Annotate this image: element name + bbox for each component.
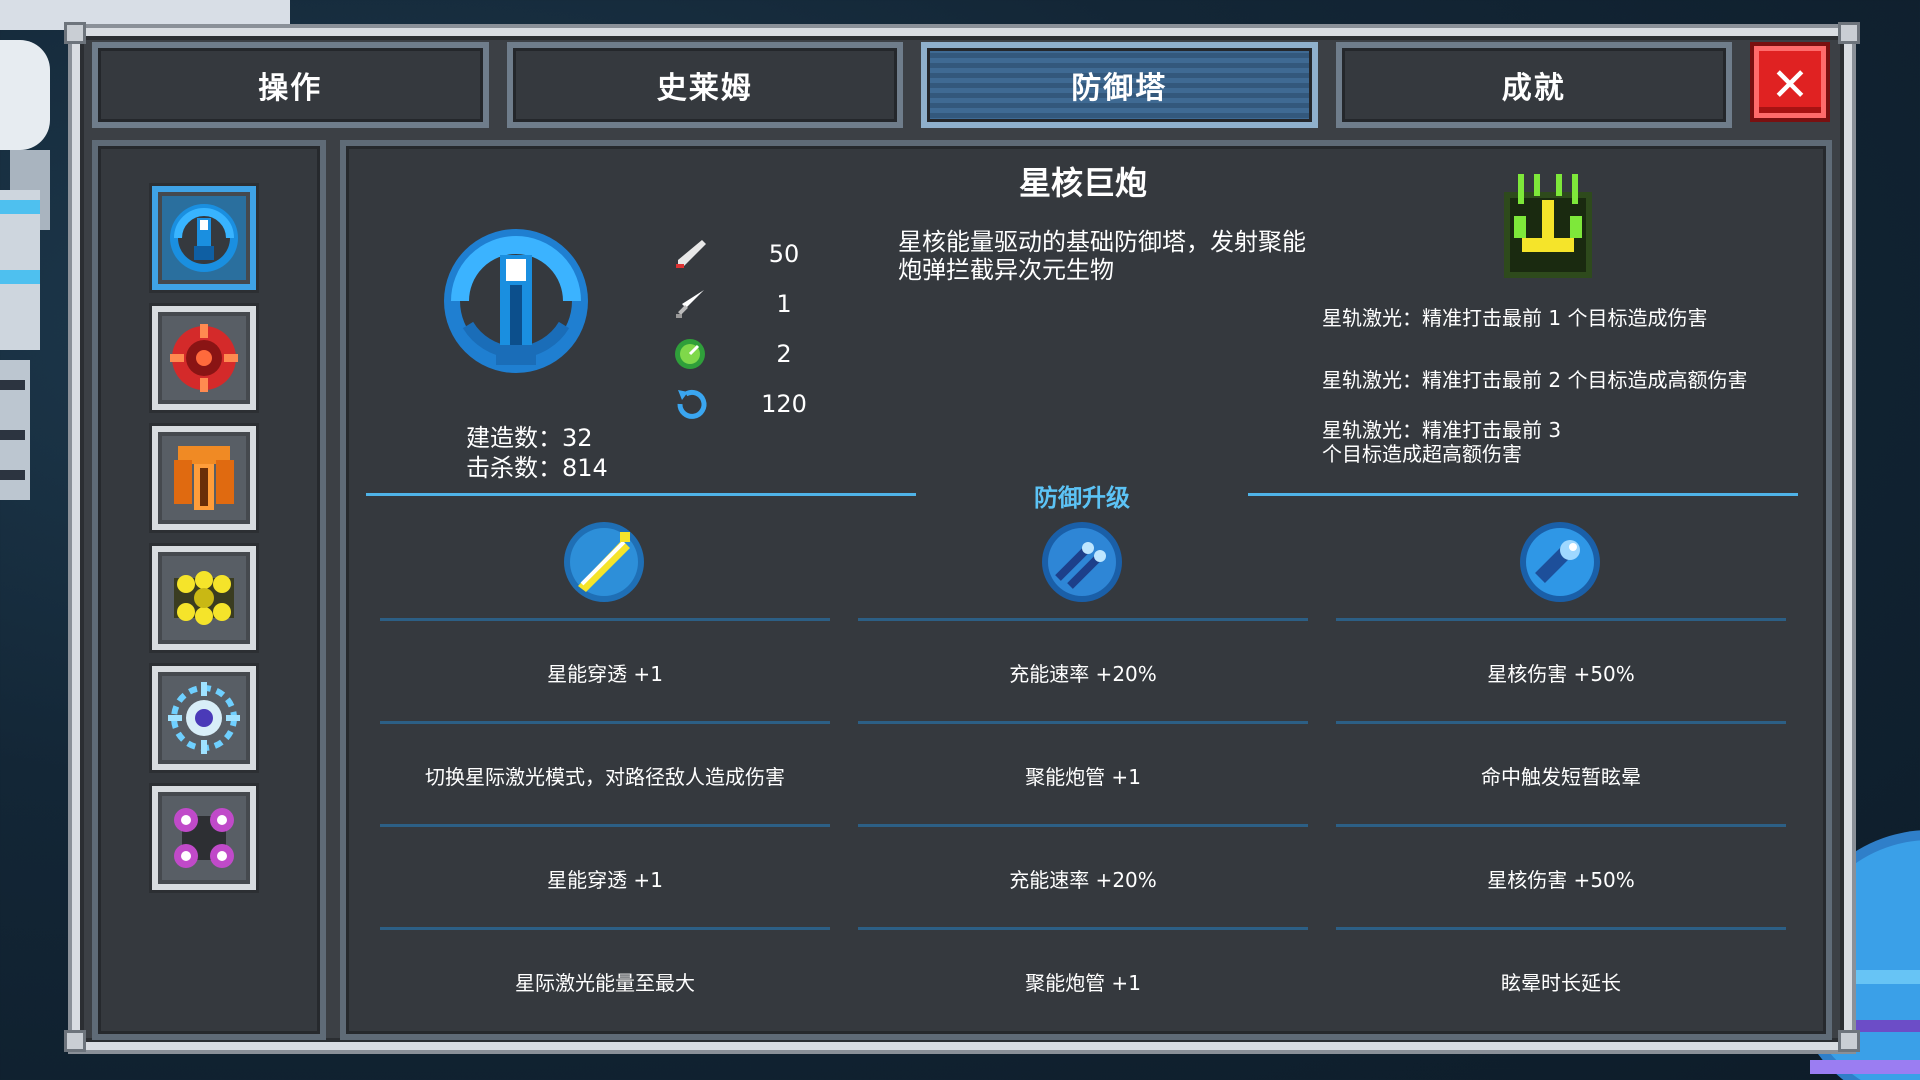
upgrade-item[interactable]: 星际激光能量至最大 [380,967,830,996]
upgrade-item[interactable]: 星核伤害 +50% [1336,658,1786,687]
upgrade-divider [858,927,1308,930]
damage-icon [670,234,710,274]
skill-level-2: 星轨激光：精准打击最前 2 个目标造成高额伤害 [1322,368,1748,392]
yellow-tower-icon [174,571,234,625]
upgrade-divider [1336,721,1786,724]
frame-corner [1838,1030,1860,1052]
sidebar-tower-orange[interactable] [152,426,256,530]
sidebar-tower-purple[interactable] [152,786,256,890]
tower-name: 星核巨炮 [1018,164,1147,202]
upgrade-item[interactable]: 眩晕时长延长 [1336,967,1786,996]
frame-corner [64,22,86,44]
upgrade-item[interactable]: 聚能炮管 +1 [858,761,1308,790]
tab-towers[interactable]: 防御塔 [921,42,1318,128]
upgrade-divider [858,618,1308,621]
frame-corner [64,1030,86,1052]
stat-damage-value: 50 [768,240,800,268]
stat-reload-value: 120 [761,390,807,418]
orange-tower-icon [174,446,234,510]
upgrade-item[interactable]: 聚能炮管 +1 [858,967,1308,996]
stat-reload: 120 [670,384,820,424]
close-icon: ✕ [1773,49,1807,114]
upgrade-divider [1336,927,1786,930]
skill-level-1: 星轨激光：精准打击最前 1 个目标造成伤害 [1322,306,1708,330]
close-button[interactable]: ✕ [1754,46,1826,118]
blue-barrage-icon[interactable] [1040,520,1124,604]
sidebar-tower-red[interactable] [152,306,256,410]
upgrade-item[interactable]: 充能速率 +20% [858,658,1308,687]
skill-level-3: 星轨激光：精准打击最前 3 个目标造成超高额伤害 [1322,418,1562,466]
kill-count: 击杀数：814 [466,454,608,482]
upgrade-divider [1336,618,1786,621]
yellow-beam-icon[interactable] [562,520,646,604]
stat-pierce-value: 1 [776,290,792,318]
tower-description: 星核能量驱动的基础防御塔，发射聚能炮弹拦截异次元生物 [898,228,1306,284]
section-divider [366,493,916,496]
stat-pierce: 1 [670,284,820,324]
upgrade-item[interactable]: 星能穿透 +1 [380,864,830,893]
pierce-icon [670,284,710,324]
upgrade-divider [380,927,830,930]
laser-skill-icon [1504,174,1592,278]
purple-tower-icon [174,808,234,868]
upgrade-divider [380,618,830,621]
stat-range-value: 2 [776,340,792,368]
stat-damage: 50 [670,234,820,274]
star-core-cannon-icon [444,229,588,373]
upgrade-item[interactable]: 充能速率 +20% [858,864,1308,893]
sidebar-tower-blue-snowflake[interactable] [152,666,256,770]
red-tower-icon [170,324,238,392]
sidebar-tower-yellow[interactable] [152,546,256,650]
upgrade-divider [380,721,830,724]
stat-range: 2 [670,334,820,374]
frame-corner [1838,22,1860,44]
upgrade-divider [1336,824,1786,827]
range-icon [670,334,710,374]
tab-slime[interactable]: 史莱姆 [506,42,903,128]
tab-achievements[interactable]: 成就 [1335,42,1732,128]
upgrades-title: 防御升级 [1034,484,1130,512]
section-divider [1248,493,1798,496]
upgrade-item[interactable]: 命中触发短暂眩晕 [1336,761,1786,790]
upgrade-divider [858,721,1308,724]
blue-orb-icon[interactable] [1518,520,1602,604]
upgrade-item[interactable]: 切换星际激光模式，对路径敌人造成伤害 [380,761,830,790]
upgrade-divider [858,824,1308,827]
sidebar-tower-star-core-cannon[interactable] [152,186,256,290]
upgrade-divider [380,824,830,827]
upgrade-item[interactable]: 星能穿透 +1 [380,658,830,687]
upgrade-item[interactable]: 星核伤害 +50% [1336,864,1786,893]
blue-snowflake-tower-icon [168,682,240,754]
star-core-cannon-icon [170,204,238,272]
reload-icon [670,384,710,424]
tab-controls[interactable]: 操作 [92,42,489,128]
tab-bar: 操作 史莱姆 防御塔 成就 [92,42,1732,128]
